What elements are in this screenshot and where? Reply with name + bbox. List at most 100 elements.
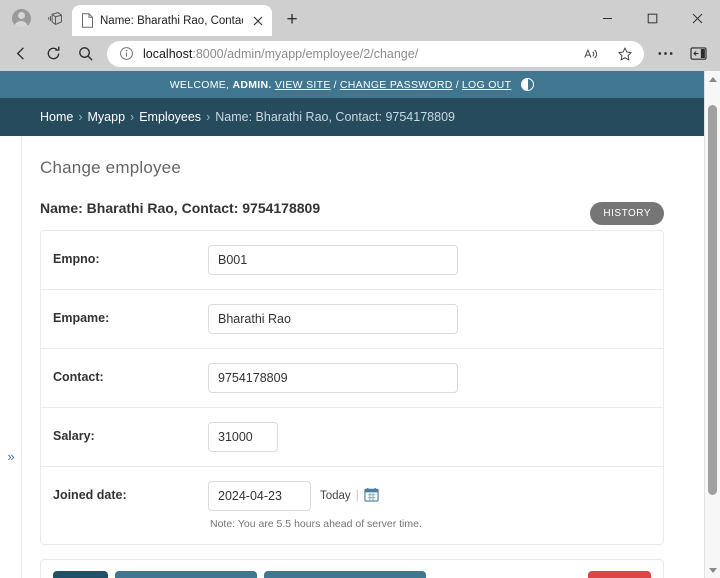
split-screen-icon [690,47,707,60]
page-scrollbar[interactable] [704,71,720,578]
employee-form: Empno: Empame: Contact: [40,230,664,545]
form-row-salary: Salary: [41,408,663,467]
history-button[interactable]: HISTORY [590,202,664,225]
favorite-button[interactable] [609,40,640,68]
object-tools: HISTORY [590,202,664,225]
field-contact [208,363,651,393]
field-salary [208,422,651,452]
document-icon [81,13,94,28]
scroll-up-button[interactable] [705,71,720,87]
calendar-icon[interactable] [364,487,379,505]
django-admin-page: WELCOME, ADMIN. VIEW SITE / CHANGE PASSW… [0,71,704,578]
new-tab-button[interactable]: + [279,7,305,33]
address-bar[interactable]: localhost:8000/admin/myapp/employee/2/ch… [107,40,644,68]
toolbar-right-actions [650,40,714,68]
search-icon [79,47,93,61]
empno-input[interactable] [208,245,458,275]
profile-avatar-button[interactable] [4,3,38,33]
browser-window: Name: Bharathi Rao, Contact: 97 + [0,0,720,578]
url-host: localhost [143,46,193,61]
close-window-button[interactable] [675,0,720,36]
shortcut-pipe: | [355,490,359,502]
username-label: ADMIN. [232,78,272,91]
breadcrumb-employees[interactable]: Employees [139,110,201,124]
read-aloud-icon [583,48,597,58]
scroll-down-button[interactable] [705,562,720,578]
label-empno: Empno: [53,252,100,266]
breadcrumb-myapp[interactable]: Myapp [88,110,126,124]
avatar-icon [11,8,31,28]
field-empame [208,304,651,334]
settings-button[interactable] [650,40,681,68]
change-password-link[interactable]: CHANGE PASSWORD [340,79,453,91]
refresh-icon [47,46,60,60]
tab-strip: Name: Bharathi Rao, Contact: 97 + [0,0,720,36]
close-icon[interactable] [249,12,266,29]
open-sidebar-toggle[interactable]: » [0,449,22,464]
browser-tab[interactable]: Name: Bharathi Rao, Contact: 97 [72,5,272,36]
submit-row: SAVE Save and add another Save and conti… [40,559,664,578]
minimize-icon [603,17,612,19]
page-title: Change employee [40,158,181,177]
empame-input[interactable] [208,304,458,334]
refresh-button[interactable] [38,40,69,68]
split-screen-button[interactable] [683,40,714,68]
form-row-empame: Empame: [41,290,663,349]
salary-input[interactable] [208,422,278,452]
breadcrumb-separator: › [130,110,135,124]
date-input-line: Today | [208,481,651,511]
scrollbar-track[interactable] [705,87,720,562]
maximize-button[interactable] [630,0,675,36]
back-arrow-icon [16,47,24,60]
save-and-continue-editing-button[interactable]: Save and continue editing [264,571,427,578]
field-empno [208,245,651,275]
url-path: :8000/admin/myapp/employee/2/change/ [192,46,419,61]
address-bar-actions [575,40,640,68]
userbar-separator-1: / [333,78,337,91]
tab-title: Name: Bharathi Rao, Contact: 97 [100,14,243,27]
theme-toggle-icon[interactable] [521,78,535,91]
browser-toolbar: localhost:8000/admin/myapp/employee/2/ch… [0,36,720,71]
server-time-note: Note: You are 5.5 hours ahead of server … [210,518,422,530]
field-joined-date: Today | [208,481,651,530]
log-out-link[interactable]: LOG OUT [462,79,511,91]
date-shortcuts: Today | [320,487,379,505]
form-row-joined-date: Joined date: Today | [41,467,663,544]
collections-icon [47,11,62,25]
minimize-button[interactable] [585,0,630,36]
close-icon [692,13,703,23]
info-icon[interactable] [119,46,134,61]
contact-input[interactable] [208,363,458,393]
today-link[interactable]: Today [320,490,351,502]
triangle-down-icon [708,567,717,573]
window-controls [585,0,720,36]
breadcrumb-home[interactable]: Home [40,110,73,124]
breadcrumb: Home › Myapp › Employees › Name: Bharath… [0,98,704,136]
admin-user-tools: WELCOME, ADMIN. VIEW SITE / CHANGE PASSW… [0,71,704,98]
userbar-separator-2: / [455,78,459,91]
page-viewport: WELCOME, ADMIN. VIEW SITE / CHANGE PASSW… [0,71,720,578]
delete-button[interactable]: Delete [588,571,651,578]
scrollbar-thumb[interactable] [708,105,717,495]
label-salary: Salary: [53,429,95,443]
form-row-contact: Contact: [41,349,663,408]
breadcrumb-current: Name: Bharathi Rao, Contact: 9754178809 [215,110,455,124]
label-empame: Empame: [53,311,110,325]
label-joined-date: Joined date: [53,488,127,502]
search-button[interactable] [70,40,101,68]
welcome-text: WELCOME, [169,78,230,91]
save-button[interactable]: SAVE [53,571,109,578]
maximize-icon [647,13,658,23]
triangle-up-icon [708,76,717,82]
save-and-add-another-button[interactable]: Save and add another [115,571,258,578]
label-contact: Contact: [53,370,104,384]
view-site-link[interactable]: VIEW SITE [275,79,331,91]
read-aloud-button[interactable] [575,40,606,68]
url-text: localhost:8000/admin/myapp/employee/2/ch… [143,47,566,61]
collections-button[interactable] [38,3,72,33]
star-icon [617,46,632,60]
breadcrumb-separator: › [206,110,211,124]
breadcrumb-separator: › [78,110,83,124]
joined-date-input[interactable] [208,481,311,511]
back-button[interactable] [6,40,37,68]
